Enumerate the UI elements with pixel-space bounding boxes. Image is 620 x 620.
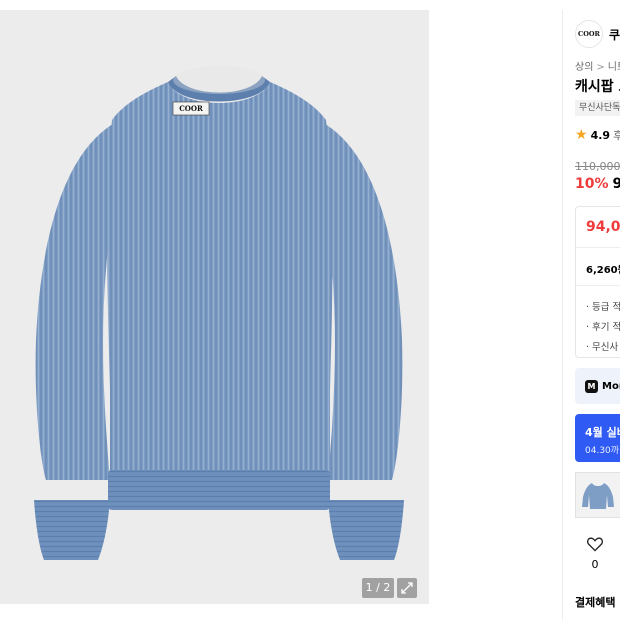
coupon-price: 94,0	[586, 219, 620, 235]
money-button[interactable]: M Mon	[575, 368, 620, 404]
brand-logo[interactable]: COOR	[575, 20, 603, 48]
chevron-right-icon: >	[596, 62, 605, 73]
money-label: Mon	[602, 380, 620, 392]
points-amount: 6,260원	[586, 265, 620, 276]
breadcrumb-item[interactable]: 상의	[575, 62, 593, 73]
expand-icon	[401, 582, 413, 594]
benefit-item: · 후기 적	[586, 322, 620, 333]
breadcrumb: 상의>니트	[575, 58, 620, 73]
promo-banner[interactable]: 4월 실버 04.30까	[575, 414, 620, 462]
garment-label-text: COOR	[179, 104, 203, 113]
breadcrumb-item[interactable]: 니트	[608, 62, 620, 73]
product-title: 캐시팝 보	[575, 79, 620, 95]
discount-rate: 10%	[575, 176, 609, 192]
heart-icon	[587, 537, 603, 552]
like-count: 0	[591, 558, 599, 571]
sweater-thumbnail-image	[582, 483, 614, 509]
star-icon: ★	[575, 127, 588, 143]
payment-benefits-label: 결제혜택	[575, 596, 616, 609]
divider	[576, 285, 620, 286]
divider	[576, 247, 620, 248]
rating[interactable]: ★ 4.9 후	[575, 127, 620, 143]
benefit-item: · 무신사	[586, 342, 619, 353]
sale-price: 99	[612, 176, 620, 192]
image-counter: 1 / 2	[362, 578, 394, 598]
like-button[interactable]: 0	[583, 536, 607, 571]
rating-suffix: 후	[613, 129, 620, 142]
product-image-gallery[interactable]: COOR 1 / 2	[0, 10, 429, 604]
sweater-image	[34, 66, 404, 560]
sale-price-row: 10%99	[575, 176, 620, 192]
coupon-price-box: 94,0 6,260원 · 등급 적 · 후기 적 · 무신사	[575, 206, 620, 358]
product-thumbnail[interactable]	[575, 472, 620, 518]
brand-name[interactable]: 쿠어	[609, 26, 620, 43]
product-info-panel: COOR 쿠어 상의>니트 캐시팝 보 무신사단독 ★ 4.9 후 110,00…	[563, 10, 620, 620]
original-price: 110,000원	[575, 160, 620, 173]
money-icon: M	[585, 379, 598, 393]
rating-value: 4.9	[590, 128, 611, 142]
benefit-item: · 등급 적	[586, 302, 620, 313]
promo-subtitle: 04.30까	[585, 446, 620, 456]
promo-title: 4월 실버	[585, 426, 620, 439]
exclusive-tag: 무신사단독	[575, 100, 620, 116]
expand-button[interactable]	[397, 578, 417, 598]
